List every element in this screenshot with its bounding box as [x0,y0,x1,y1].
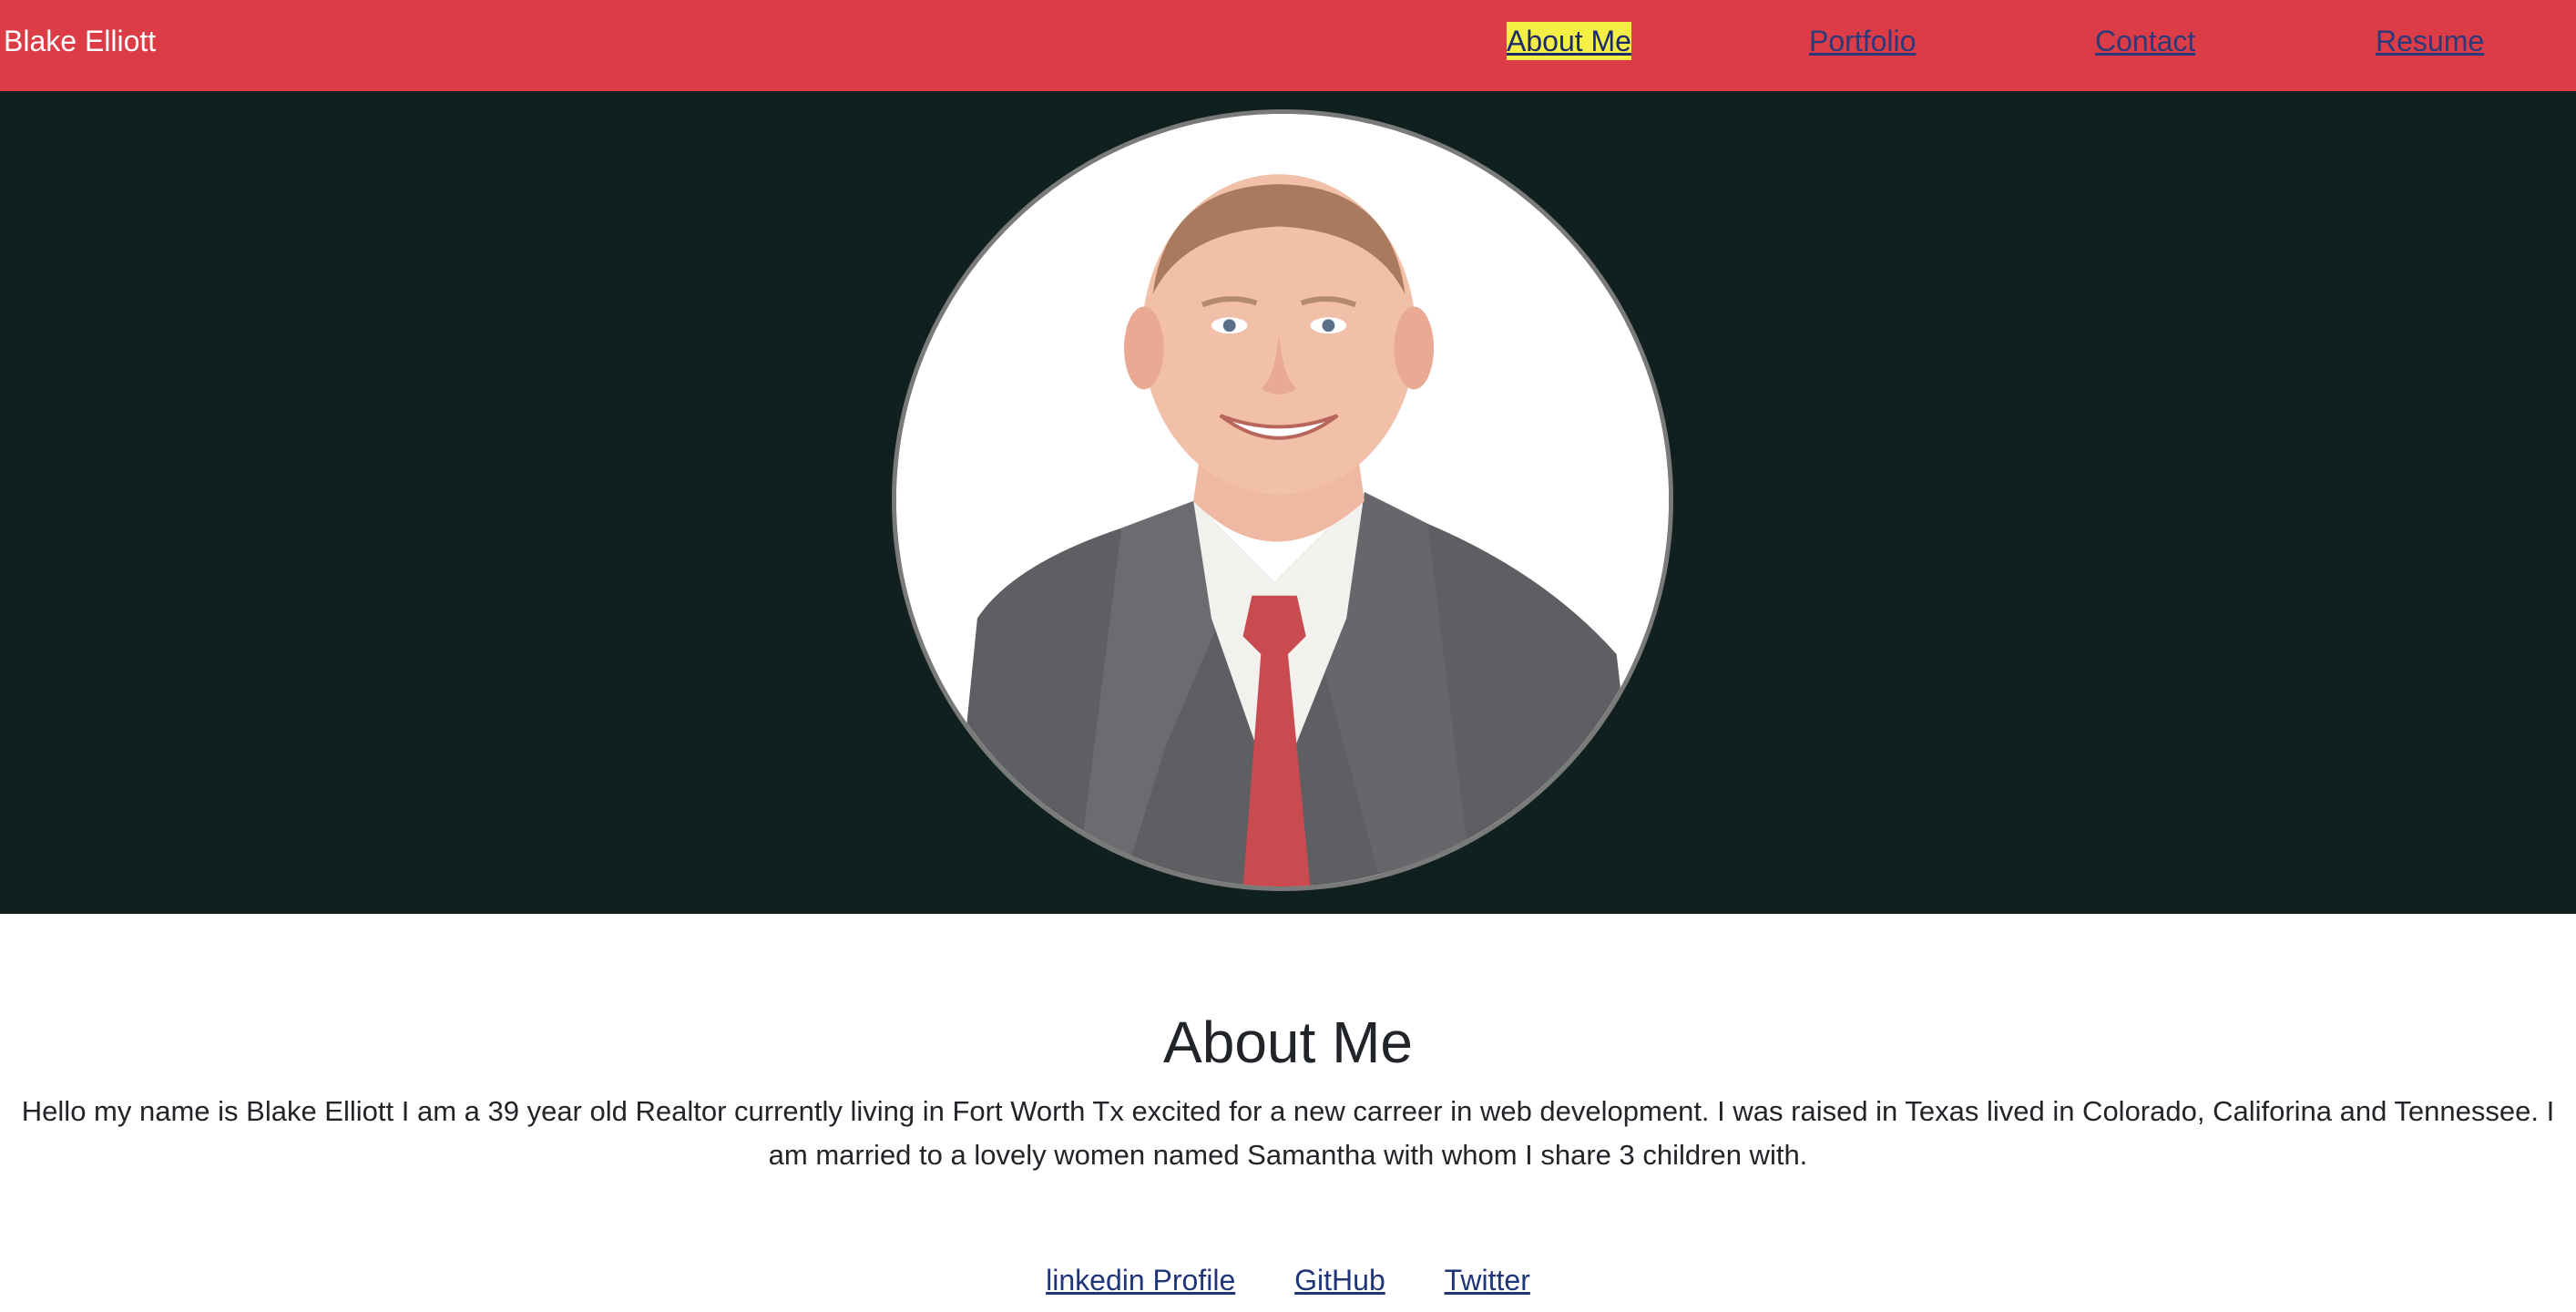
hero-banner [0,91,2576,914]
about-text-line2: am married to a lovely women named Saman… [768,1139,1808,1171]
social-links: linkedin Profile GitHub Twitter [0,1261,2576,1299]
nav-link-contact[interactable]: Contact [2095,22,2195,60]
linkedin-link[interactable]: linkedin Profile [1046,1261,1235,1299]
nav-link-portfolio[interactable]: Portfolio [1809,22,1916,60]
nav-link-about-me[interactable]: About Me [1507,22,1631,60]
twitter-link[interactable]: Twitter [1445,1261,1530,1299]
about-paragraph: Hello my name is Blake Elliott I am a 39… [0,1090,2576,1177]
top-navbar: Blake Elliott About Me Portfolio Contact… [0,0,2576,91]
github-link[interactable]: GitHub [1294,1261,1385,1299]
about-text-line1: Hello my name is Blake Elliott I am a 39… [21,1095,2555,1127]
profile-photo [892,109,1673,891]
about-section: About Me Hello my name is Blake Elliott … [0,914,2576,1312]
nav-link-resume[interactable]: Resume [2376,22,2484,60]
brand-name[interactable]: Blake Elliott [4,22,156,60]
about-heading: About Me [1163,1010,1413,1075]
